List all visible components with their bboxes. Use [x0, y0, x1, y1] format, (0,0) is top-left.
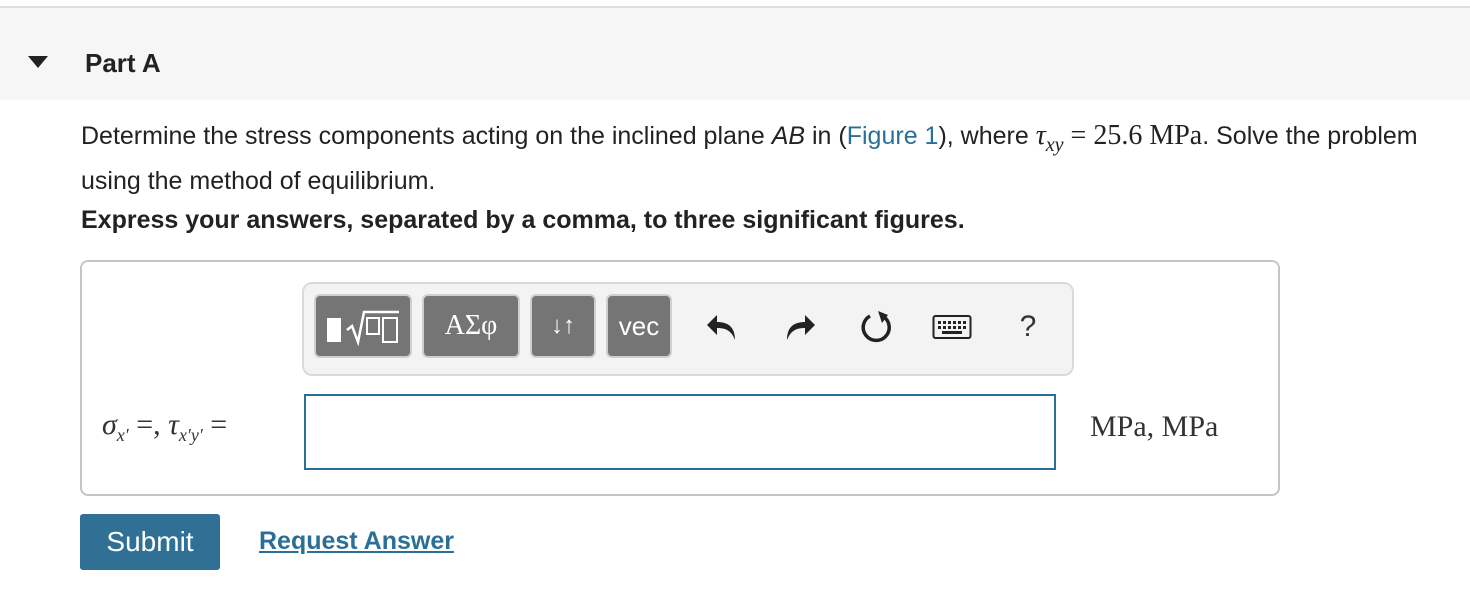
collapse-caret-icon[interactable] [28, 56, 48, 68]
answer-units: MPa, MPa [1090, 410, 1219, 443]
plane-name: AB [771, 122, 806, 150]
equals-sign: = [1070, 120, 1087, 151]
tau-expression: τxy = 25.6 MPa [1035, 120, 1203, 156]
greek-symbols-button[interactable]: ΑΣφ [422, 294, 520, 358]
problem-text-3: ), where [938, 122, 1036, 150]
templates-button[interactable] [314, 294, 412, 358]
keyboard-icon[interactable] [930, 304, 974, 350]
answer-instruction: Express your answers, separated by a com… [81, 206, 965, 234]
reset-icon[interactable] [854, 304, 898, 350]
problem-text-2: in ( [805, 122, 847, 150]
tau-prime-symbol: τ [168, 408, 179, 441]
arrows-button[interactable]: ↓↑ [530, 294, 596, 358]
vector-button[interactable]: vec [606, 294, 672, 358]
tau-unit: MPa [1149, 120, 1203, 151]
request-answer-link[interactable]: Request Answer [259, 527, 454, 556]
sigma-symbol: σ [102, 408, 117, 441]
tau-subscript: xy [1045, 133, 1064, 156]
tau-value: 25.6 [1093, 120, 1143, 151]
submit-button[interactable]: Submit [80, 514, 220, 570]
problem-statement: Determine the stress components acting o… [81, 118, 1441, 199]
answer-variables-label: σx′ =, τx′y′ = [102, 408, 227, 446]
eq-comma: =, [128, 408, 169, 441]
tau-prime-subscript: x′y′ [178, 425, 203, 445]
problem-text-1: Determine the stress components acting o… [81, 122, 772, 150]
figure-link[interactable]: Figure 1 [847, 122, 939, 150]
help-button[interactable]: ? [1006, 304, 1050, 350]
undo-icon[interactable] [700, 304, 744, 350]
redo-icon[interactable] [778, 304, 822, 350]
tau-symbol: τ [1035, 120, 1046, 151]
eq-sign: = [202, 408, 228, 441]
answer-input[interactable] [304, 394, 1056, 470]
part-header[interactable]: Part A [0, 8, 1470, 100]
sigma-subscript: x′ [116, 425, 129, 445]
part-title: Part A [85, 48, 161, 78]
templates-icon [327, 310, 399, 347]
